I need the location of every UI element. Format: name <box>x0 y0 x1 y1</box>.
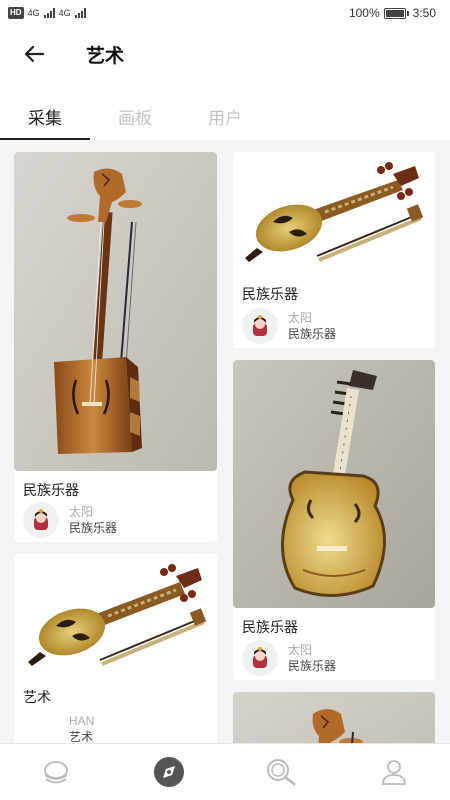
compass-icon <box>153 757 184 787</box>
pin-feed: 民族乐器 太阳 民族乐器 民族乐器 太阳 民族乐器 民族乐器 太阳 民族乐器 艺… <box>0 140 450 743</box>
nav-profile[interactable] <box>366 747 422 797</box>
lute-with-bow-image <box>233 152 435 276</box>
girl-avatar-icon <box>253 647 267 668</box>
pin-card[interactable]: 民族乐器 太阳 民族乐器 <box>14 152 217 542</box>
tab-boards[interactable]: 画板 <box>90 92 180 140</box>
app-header: 艺术 <box>0 28 450 80</box>
nav-home[interactable] <box>28 747 84 797</box>
user-name: 太阳 <box>69 505 94 519</box>
home-stack-icon <box>44 761 69 784</box>
arrow-left-icon <box>24 45 45 63</box>
pin-user-text: 太阳 民族乐器 <box>288 642 336 674</box>
avatar <box>23 502 59 538</box>
status-right: 100% 3:50 <box>349 6 436 20</box>
girl-avatar-icon <box>253 315 267 336</box>
pin-user[interactable]: 太阳 民族乐器 <box>242 308 336 344</box>
signal-icon <box>43 8 55 18</box>
tobshuur-image <box>233 360 435 608</box>
bottom-nav <box>0 743 450 800</box>
pin-user-text: HAN 艺术 <box>69 713 94 743</box>
battery-percent: 100% <box>348 6 380 20</box>
pin-user[interactable]: 太阳 民族乐器 <box>23 502 117 538</box>
tab-collect[interactable]: 采集 <box>0 92 90 140</box>
hd-badge: HD <box>8 7 24 19</box>
board-name: 民族乐器 <box>69 521 118 535</box>
pin-card[interactable]: 民族乐器 太阳 民族乐器 <box>233 360 435 680</box>
status-bar: HD 4G 4G 100% 3:50 <box>0 0 450 26</box>
user-icon <box>381 760 406 785</box>
search-icon <box>267 759 296 786</box>
pin-user-text: 太阳 民族乐器 <box>288 310 336 342</box>
user-name: 太阳 <box>288 311 313 325</box>
battery-icon <box>383 7 409 19</box>
nav-discover[interactable] <box>141 747 197 797</box>
horse-head-fiddle-image <box>233 692 435 743</box>
clock: 3:50 <box>412 6 436 20</box>
pin-user[interactable]: 太阳 民族乐器 <box>242 640 336 676</box>
back-button[interactable] <box>14 34 54 74</box>
board-name: 民族乐器 <box>288 327 337 341</box>
pin-card[interactable]: 艺术 HAN 艺术 <box>14 554 217 743</box>
tab-bar: 采集 画板 用户 <box>0 92 450 140</box>
user-name: HAN <box>69 714 95 728</box>
avatar <box>242 308 278 344</box>
pin-user[interactable]: HAN 艺术 <box>23 711 94 743</box>
user-name: 太阳 <box>288 643 313 657</box>
pin-title: 民族乐器 <box>242 619 298 635</box>
lute-with-bow-image <box>14 554 217 678</box>
morin-khuur-image <box>14 152 217 471</box>
status-left: HD 4G 4G <box>8 7 86 19</box>
page-title: 艺术 <box>86 45 125 67</box>
board-name: 艺术 <box>69 730 94 743</box>
pin-title: 艺术 <box>23 689 51 705</box>
girl-avatar-icon <box>34 509 48 530</box>
network-type-1: 4G <box>27 7 40 18</box>
network-type-2: 4G <box>58 7 71 18</box>
signal-icon <box>74 8 86 18</box>
tab-users[interactable]: 用户 <box>180 92 270 140</box>
avatar <box>242 640 278 676</box>
pin-card[interactable] <box>233 692 435 743</box>
board-name: 民族乐器 <box>288 659 337 673</box>
avatar <box>23 711 59 743</box>
pin-user-text: 太阳 民族乐器 <box>69 504 117 536</box>
nav-search[interactable] <box>253 747 309 797</box>
pin-title: 民族乐器 <box>23 482 79 498</box>
pin-card[interactable]: 民族乐器 太阳 民族乐器 <box>233 152 435 348</box>
pin-title: 民族乐器 <box>242 286 298 302</box>
